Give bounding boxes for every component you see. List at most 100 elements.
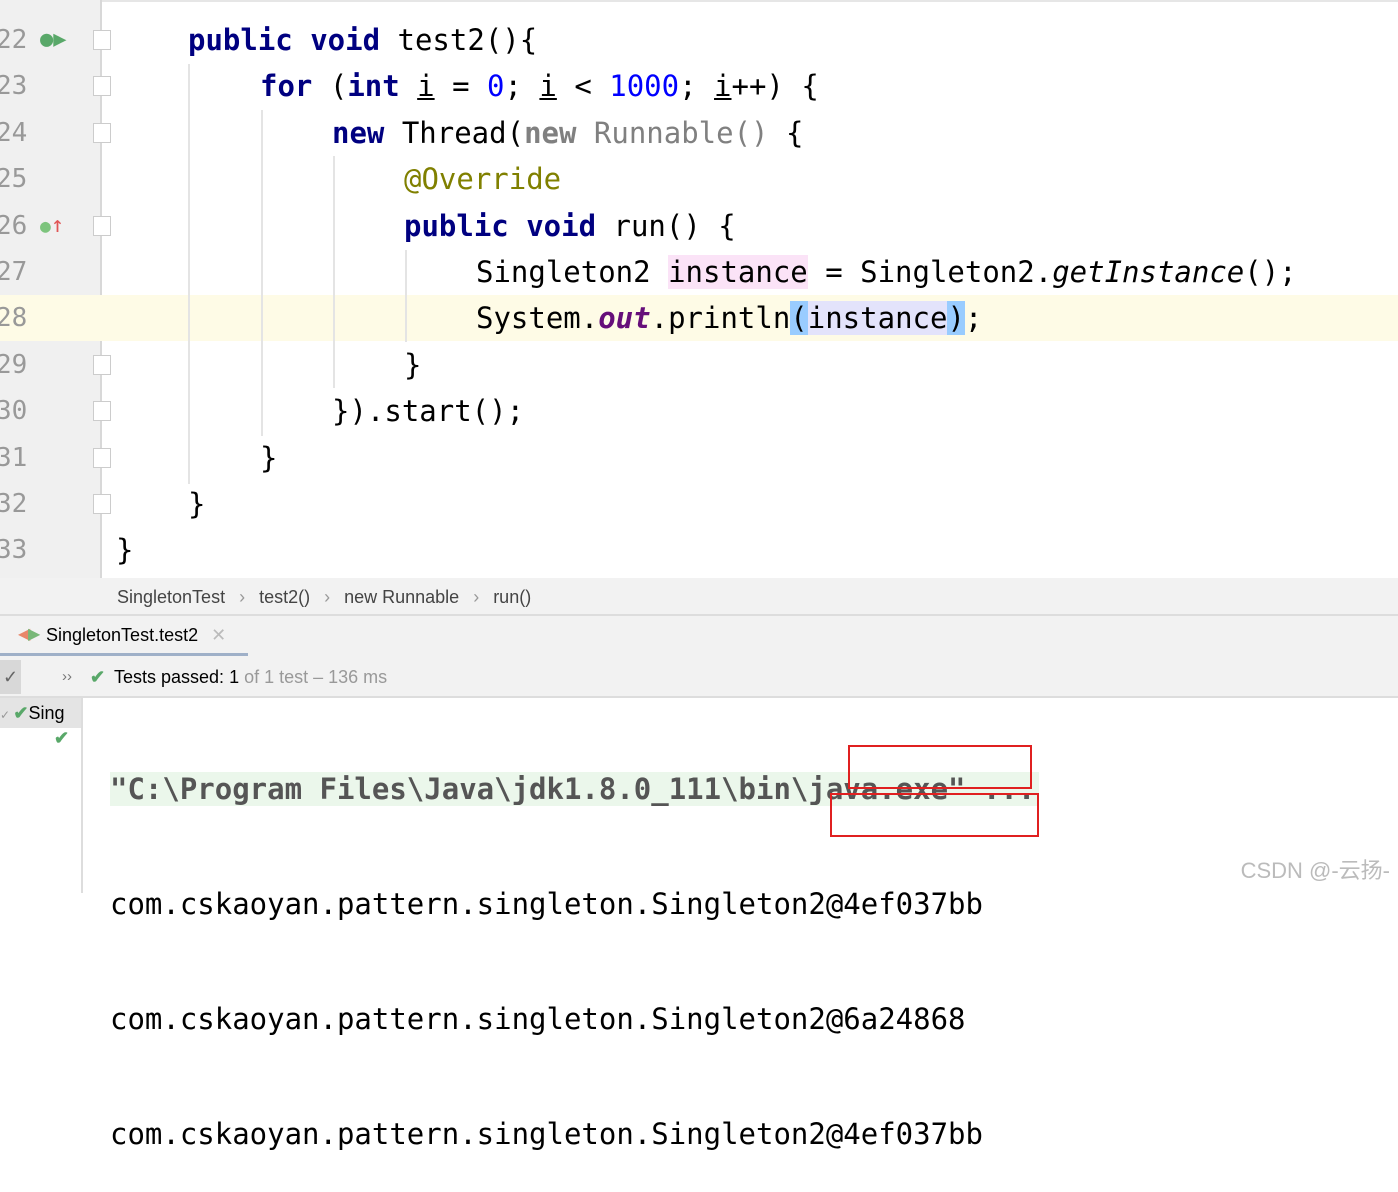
code-text: for (int i = 0; i < 1000; i++) { [260,63,819,109]
run-test-icon[interactable]: ●▶ [40,17,67,63]
code-token: 1000 [609,69,680,104]
code-text: public void test2(){ [188,17,537,63]
code-token: } [116,533,134,568]
code-line[interactable]: 25 @Override [0,156,1398,202]
code-line[interactable]: 24 new Thread(new Runnable() { [0,110,1398,156]
fold-collapse-icon[interactable] [93,30,111,50]
indent-guide [333,156,335,388]
console-line: com.cskaoyan.pattern.singleton.Singleton… [110,1002,966,1036]
status-prefix: Tests passed: [114,667,230,687]
fold-collapse-icon[interactable] [93,215,111,236]
implements-icon[interactable]: ●↑ [40,203,64,250]
tab-run-singletontest-test2[interactable]: ◀ ▶ SingletonTest.test2 ✕ [0,616,248,656]
tab-label: SingletonTest.test2 [46,625,199,645]
check-icon: ✔ [13,703,29,723]
code-token: Singleton2 [476,255,669,289]
console-line: com.cskaoyan.pattern.singleton.Singleton… [110,887,983,921]
code-token: (); [1244,255,1297,289]
code-token: .println [650,301,791,336]
code-token: ) [947,301,965,336]
code-token: i [714,69,732,104]
code-text: } [404,342,421,388]
breadcrumb-item[interactable]: test2() [259,587,310,607]
code-token: ; [504,69,540,104]
code-token: getInstance [1052,255,1245,289]
code-token: @Override [404,162,562,197]
highlight-box [848,745,1032,789]
toggle-passed-button[interactable]: ✓ [0,660,21,694]
tree-item-child[interactable]: ✔ [0,728,81,749]
line-number: 30 [0,396,28,427]
code-line[interactable]: 33} [0,527,1398,573]
code-text: } [188,481,205,527]
code-token: ( [329,69,348,104]
code-editor[interactable]: 22 ●▶ public void test2(){23 for (int i = 0… [0,0,1398,578]
breadcrumb: SingletonTest › test2() › new Runnable › run() [0,578,1398,616]
test-status: Tests passed: 1 of 1 test – 136 ms [114,656,387,698]
code-line[interactable]: 30 }).start(); [0,388,1398,434]
code-token: } [260,440,278,475]
code-line[interactable]: 29} [0,342,1398,388]
code-text: public void run() { [404,203,736,249]
test-status-bar: ✓ ›› ✔ Tests passed: 1 of 1 test – 136 m… [0,656,1398,698]
fold-expand-icon[interactable] [93,447,111,468]
code-token: ; [964,301,983,336]
check-icon: ✔ [54,728,70,748]
line-number: 31 [0,442,28,473]
code-token: i [417,69,435,104]
code-text: }).start(); [332,388,524,434]
breadcrumb-item[interactable]: new Runnable [344,587,459,607]
status-detail: of 1 test – 136 ms [239,667,388,687]
code-token: ( [790,301,808,336]
close-icon[interactable]: ✕ [211,625,226,645]
breadcrumb-item[interactable]: run() [493,587,531,607]
fold-collapse-icon[interactable] [93,76,111,97]
line-number: 22 [0,25,28,55]
code-text: System.out.println(instance); [476,295,982,341]
code-token: { [785,115,804,150]
code-line[interactable]: 31} [0,435,1398,481]
divider [102,0,1398,2]
breadcrumb-item[interactable]: SingletonTest [117,587,225,607]
code-token: } [188,487,206,521]
fold-expand-icon[interactable] [93,401,111,422]
line-number: 23 [0,71,28,102]
code-token: public void [188,23,398,57]
code-token: = Singleton2. [807,255,1053,289]
code-line[interactable]: 26 ●↑ public void run() { [0,203,1398,249]
tree-item-root[interactable]: ✓ ✔Sing [0,698,81,728]
indent-guide [188,64,190,484]
code-token: System. [476,301,599,336]
run-tabs: ◀ ▶ SingletonTest.test2 ✕ [0,616,1398,656]
code-text: new Thread(new Runnable() { [332,110,803,156]
code-text: Singleton2 instance = Singleton2.getInst… [476,249,1297,295]
code-token: test2(){ [397,23,538,57]
code-token: new [332,115,402,150]
code-line[interactable]: 27 Singleton2 instance = Singleton2.getIn… [0,249,1398,295]
indent-guide [405,250,407,342]
code-line[interactable]: 23 for (int i = 0; i < 1000; i++) { [0,63,1398,109]
fold-expand-icon[interactable] [93,354,111,375]
code-line[interactable]: 22 ●▶ public void test2(){ [0,17,1398,63]
code-token: out [598,301,651,336]
fold-collapse-icon[interactable] [93,122,111,143]
code-token: int [347,69,418,104]
line-number: 28 [0,303,28,334]
code-token: run() { [613,208,736,243]
line-number: 33 [0,535,28,566]
code-token: new [524,115,594,150]
test-tree: ✓ ✔Sing ✔ [0,698,83,893]
fold-expand-icon[interactable] [93,494,111,514]
code-line[interactable]: 32} [0,481,1398,527]
line-number: 26 [0,210,28,241]
code-token: Thread( [401,115,525,150]
console-line: com.cskaoyan.pattern.singleton.Singleton… [110,1117,983,1151]
code-text: } [260,435,277,481]
code-line[interactable]: 28 System.out.println(instance); [0,295,1398,342]
expand-icon[interactable]: ›› [62,656,72,698]
code-token: for [260,69,330,104]
line-number: 25 [0,164,28,195]
code-token: 0 [487,69,505,104]
code-token: } [404,347,422,382]
chevron-down-icon: ✓ [0,708,14,722]
